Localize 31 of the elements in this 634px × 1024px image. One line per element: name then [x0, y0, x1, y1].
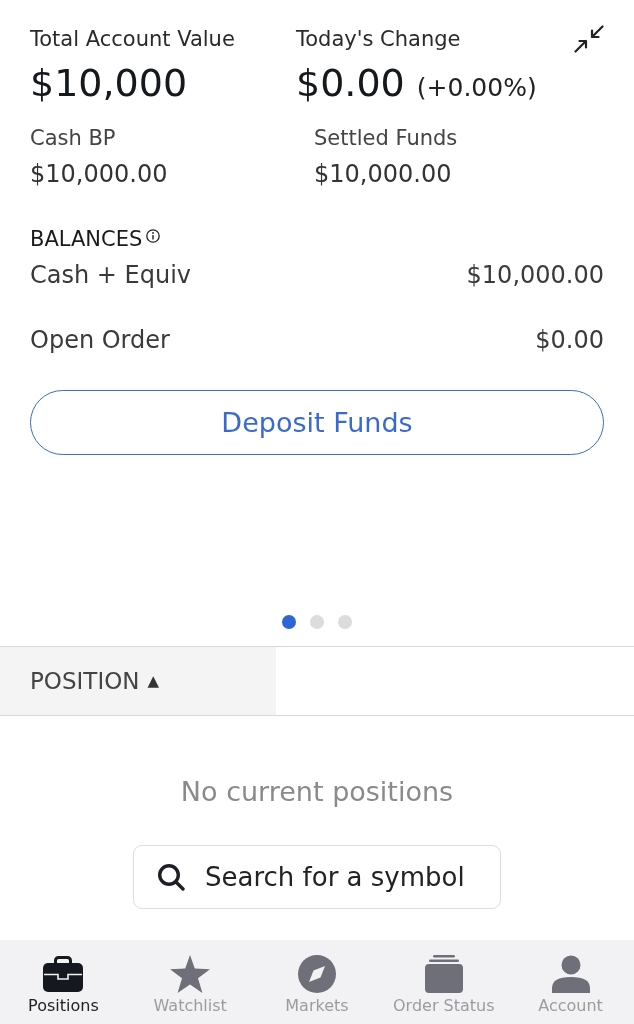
- funds-label: Cash BP: [30, 125, 116, 151]
- funds-value: $10,000.00: [30, 159, 168, 189]
- funds-label: Settled Funds: [314, 125, 458, 151]
- balance-value: $10,000.00: [466, 260, 604, 290]
- tab[interactable]: Order Status: [380, 940, 508, 1024]
- tab[interactable]: Watchlist: [126, 940, 254, 1024]
- balance-value: $0.00: [535, 325, 604, 355]
- tab[interactable]: Markets: [253, 940, 381, 1024]
- summary-label: Today's Change: [296, 26, 461, 52]
- compass-icon: [297, 955, 337, 993]
- balance-label: Cash + Equiv: [30, 260, 192, 290]
- change-percent: (+0.00%): [416, 73, 537, 103]
- balance-label: Open Order: [30, 325, 170, 355]
- search-icon: [157, 863, 185, 891]
- briefcase-icon: [43, 955, 84, 993]
- collapse-icon[interactable]: [574, 25, 604, 53]
- empty-message: No current positions: [180, 775, 454, 809]
- deposit-button[interactable]: Deposit Funds: [30, 390, 604, 455]
- tab[interactable]: Positions: [0, 940, 127, 1024]
- search-field[interactable]: Search for a symbol: [133, 845, 501, 909]
- summary-value: $0.00: [296, 61, 405, 105]
- person-icon: [550, 955, 591, 993]
- summary-label: Total Account Value: [30, 26, 235, 52]
- funds-value: $10,000.00: [314, 159, 452, 189]
- stack-icon: [423, 955, 464, 993]
- star-icon: [170, 955, 211, 993]
- info-icon[interactable]: [146, 229, 161, 243]
- balances-title: BALANCES: [30, 226, 143, 252]
- column-header[interactable]: POSITION ▲: [0, 647, 276, 715]
- tab[interactable]: Account: [507, 940, 634, 1024]
- summary-value: $10,000: [30, 61, 188, 105]
